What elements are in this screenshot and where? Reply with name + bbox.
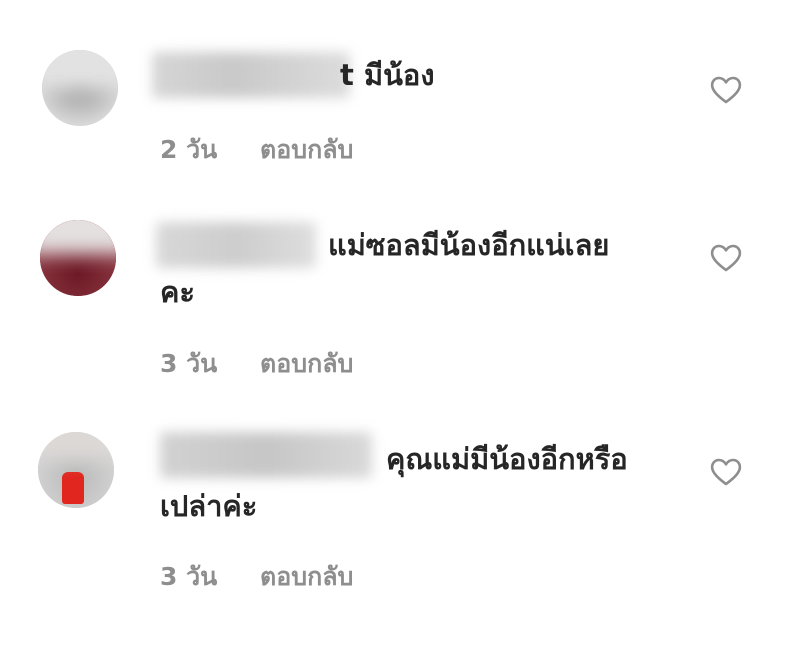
- comment-meta: 3 วัน ตอบกลับ: [160, 557, 353, 597]
- comment-text: คุณแม่มีน้องอีกหรือ เปล่าค่ะ: [160, 436, 680, 530]
- comment-body-line: คุณแม่มีน้องอีกหรือ: [386, 442, 628, 476]
- comment-list: t มีน้อง 2 วัน ตอบกลับ แม่ซอลมีน้องอีกแน…: [0, 0, 800, 652]
- avatar[interactable]: [38, 432, 114, 508]
- reply-button[interactable]: ตอบกลับ: [260, 562, 353, 591]
- heart-outline-icon[interactable]: [710, 458, 742, 486]
- comment-time[interactable]: 3 วัน: [160, 562, 217, 591]
- comment-item: คุณแม่มีน้องอีกหรือ เปล่าค่ะ 3 วัน ตอบกล…: [0, 0, 800, 620]
- comment-body-line: เปล่าค่ะ: [160, 489, 258, 523]
